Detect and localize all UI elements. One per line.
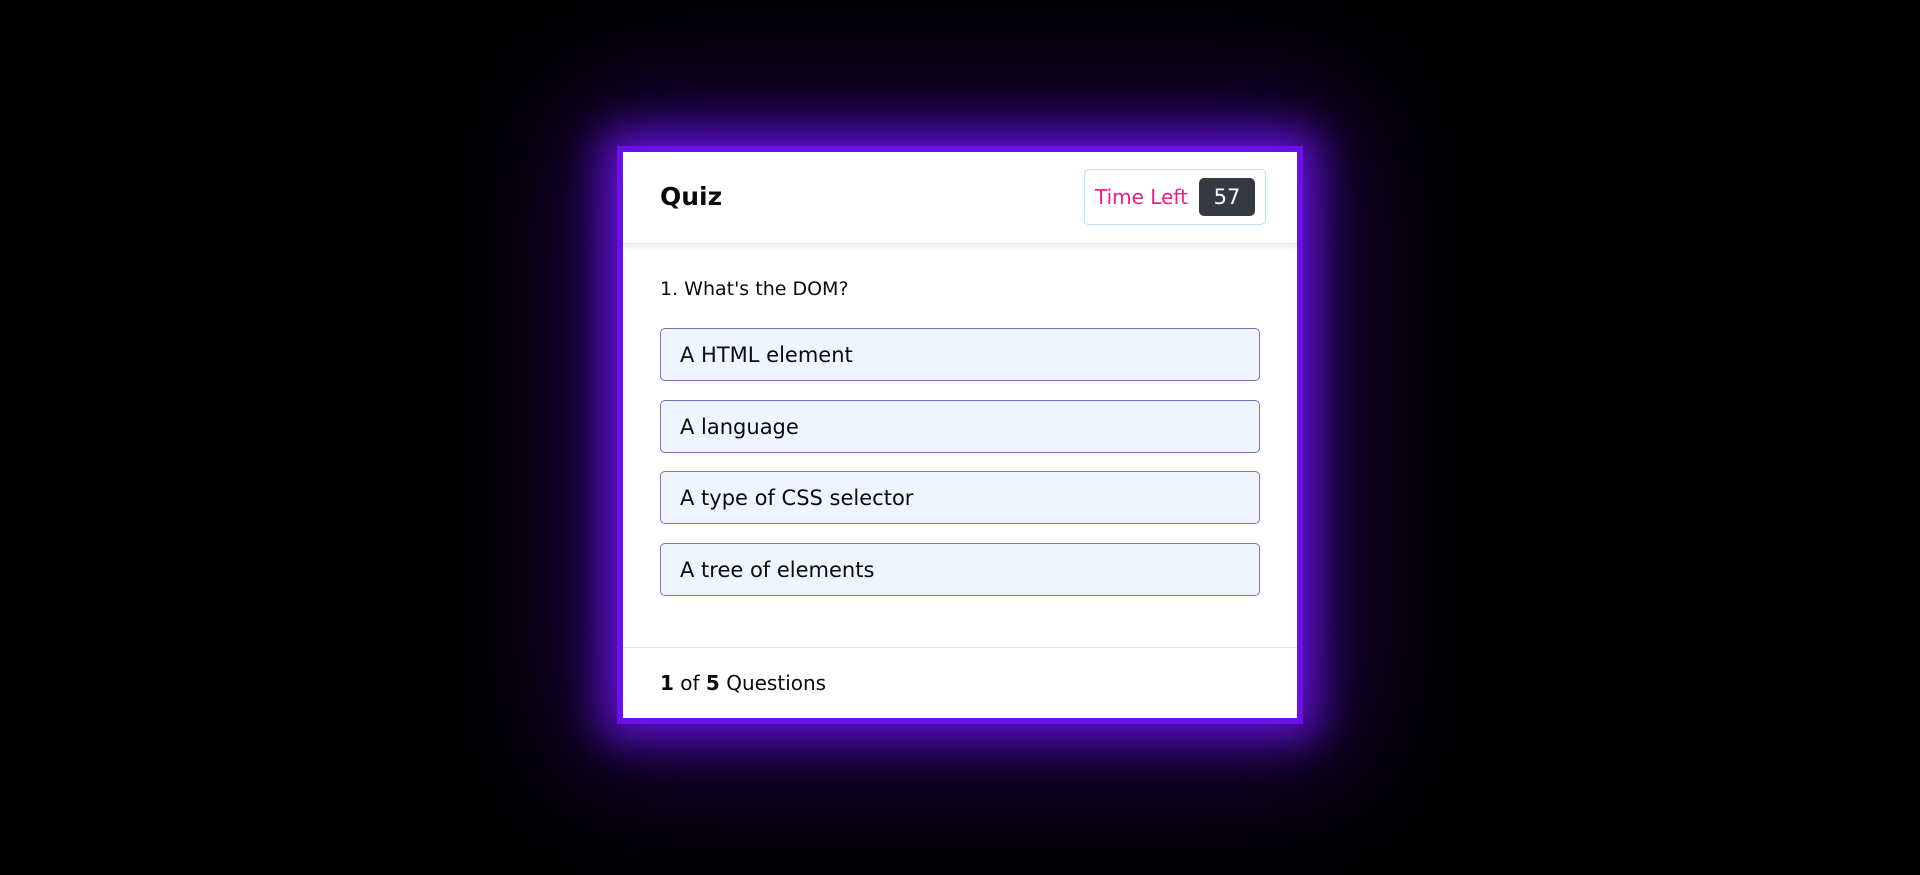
current-question-number: 1 bbox=[660, 671, 674, 695]
option-3[interactable]: A type of CSS selector bbox=[660, 471, 1260, 524]
question-text: 1. What's the DOM? bbox=[660, 278, 849, 300]
timer: Time Left 57 bbox=[1084, 169, 1266, 225]
questions-label: Questions bbox=[726, 671, 827, 695]
question-counter: 1 of 5 Questions bbox=[660, 671, 826, 695]
option-2[interactable]: A language bbox=[660, 400, 1260, 453]
option-1[interactable]: A HTML element bbox=[660, 328, 1260, 381]
timer-label: Time Left bbox=[1095, 185, 1188, 209]
quiz-box: Quiz Time Left 57 1. What's the DOM? A H… bbox=[617, 146, 1303, 724]
option-label: A HTML element bbox=[680, 343, 853, 367]
total-question-number: 5 bbox=[705, 671, 720, 695]
of-label: of bbox=[680, 671, 700, 695]
quiz-title: Quiz bbox=[660, 182, 723, 211]
option-4[interactable]: A tree of elements bbox=[660, 543, 1260, 596]
option-label: A tree of elements bbox=[680, 558, 875, 582]
quiz-header: Quiz Time Left 57 bbox=[623, 152, 1297, 244]
option-label: A language bbox=[680, 415, 799, 439]
timer-seconds: 57 bbox=[1199, 178, 1255, 216]
quiz-footer: 1 of 5 Questions bbox=[623, 647, 1297, 718]
option-label: A type of CSS selector bbox=[680, 486, 914, 510]
